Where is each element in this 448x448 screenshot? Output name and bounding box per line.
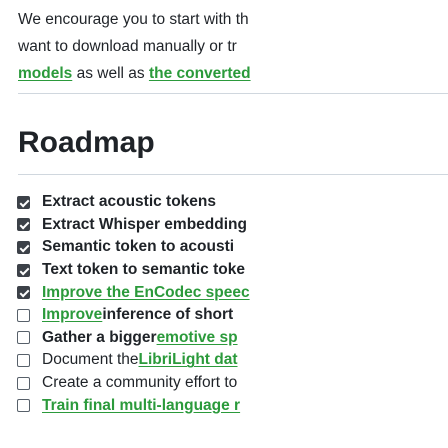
roadmap-heading: Roadmap — [18, 126, 155, 159]
heading-underline — [18, 174, 448, 175]
intro-line-2: want to download manually or tr — [18, 38, 237, 55]
unchecked-checkbox[interactable] — [17, 308, 30, 322]
task-link[interactable]: Improve — [42, 306, 102, 324]
task-text: Extract Whisper embedding — [42, 215, 247, 233]
checked-checkbox[interactable] — [17, 195, 30, 209]
task-list-item: Document the LibriLight dat — [17, 349, 448, 372]
task-list-item: Improve the EnCodec speec — [17, 281, 448, 304]
task-list-item: Train final multi-language r — [17, 394, 448, 417]
task-text: Text token to semantic toke — [42, 261, 245, 279]
intro-line-3-text: as well as — [72, 65, 149, 82]
task-text: inference of short — [102, 306, 234, 324]
unchecked-checkbox[interactable] — [17, 399, 30, 413]
task-list-item: Gather a bigger emotive sp — [17, 327, 448, 350]
task-text: Extract acoustic tokens — [42, 193, 217, 211]
converted-models-link[interactable]: the converted — [149, 65, 251, 82]
task-link[interactable]: Improve the EnCodec speec — [42, 284, 250, 302]
checked-checkbox[interactable] — [17, 263, 30, 277]
intro-line-3: models as well as the converted — [18, 60, 448, 87]
models-link[interactable]: models — [18, 65, 72, 82]
task-list-item: Improve inference of short — [17, 304, 448, 327]
task-link[interactable]: emotive sp — [157, 329, 238, 347]
task-list-item: Text token to semantic toke — [17, 259, 448, 282]
intro-paragraph: We encourage you to start with th want t… — [18, 6, 448, 87]
task-text: Document the — [42, 351, 139, 369]
roadmap-task-list: Extract acoustic tokens Extract Whisper e… — [17, 191, 448, 417]
task-list-item: Extract Whisper embedding — [17, 214, 448, 237]
unchecked-checkbox[interactable] — [17, 331, 30, 345]
task-text: Gather a bigger — [42, 328, 157, 346]
checked-checkbox[interactable] — [17, 240, 30, 254]
task-list-item: Extract acoustic tokens — [17, 191, 448, 214]
intro-line-1: We encourage you to start with th — [18, 11, 249, 28]
task-list-item: Semantic token to acousti — [17, 236, 448, 259]
task-link[interactable]: Train final multi-language r — [42, 397, 240, 415]
task-link[interactable]: LibriLight dat — [139, 351, 238, 369]
unchecked-checkbox[interactable] — [17, 376, 30, 390]
checked-checkbox[interactable] — [17, 218, 30, 232]
task-list-item: Create a community effort to — [17, 372, 448, 395]
section-divider — [18, 93, 448, 94]
unchecked-checkbox[interactable] — [17, 353, 30, 367]
task-text: Semantic token to acousti — [42, 238, 235, 256]
checked-checkbox[interactable] — [17, 286, 30, 300]
task-text: Create a community effort to — [42, 374, 238, 392]
